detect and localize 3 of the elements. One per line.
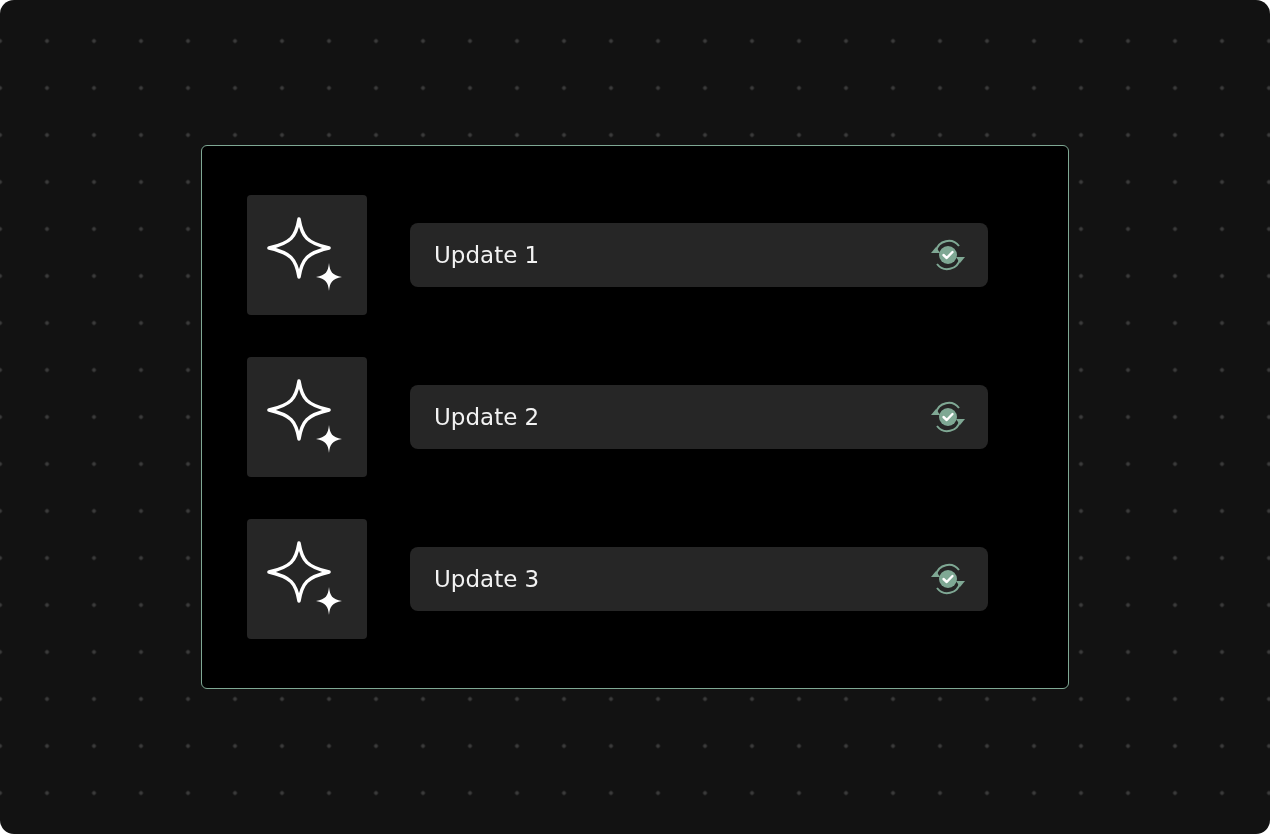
update-label: Update 2 [434, 404, 540, 430]
update-label: Update 1 [434, 242, 540, 268]
update-label: Update 3 [434, 566, 540, 592]
